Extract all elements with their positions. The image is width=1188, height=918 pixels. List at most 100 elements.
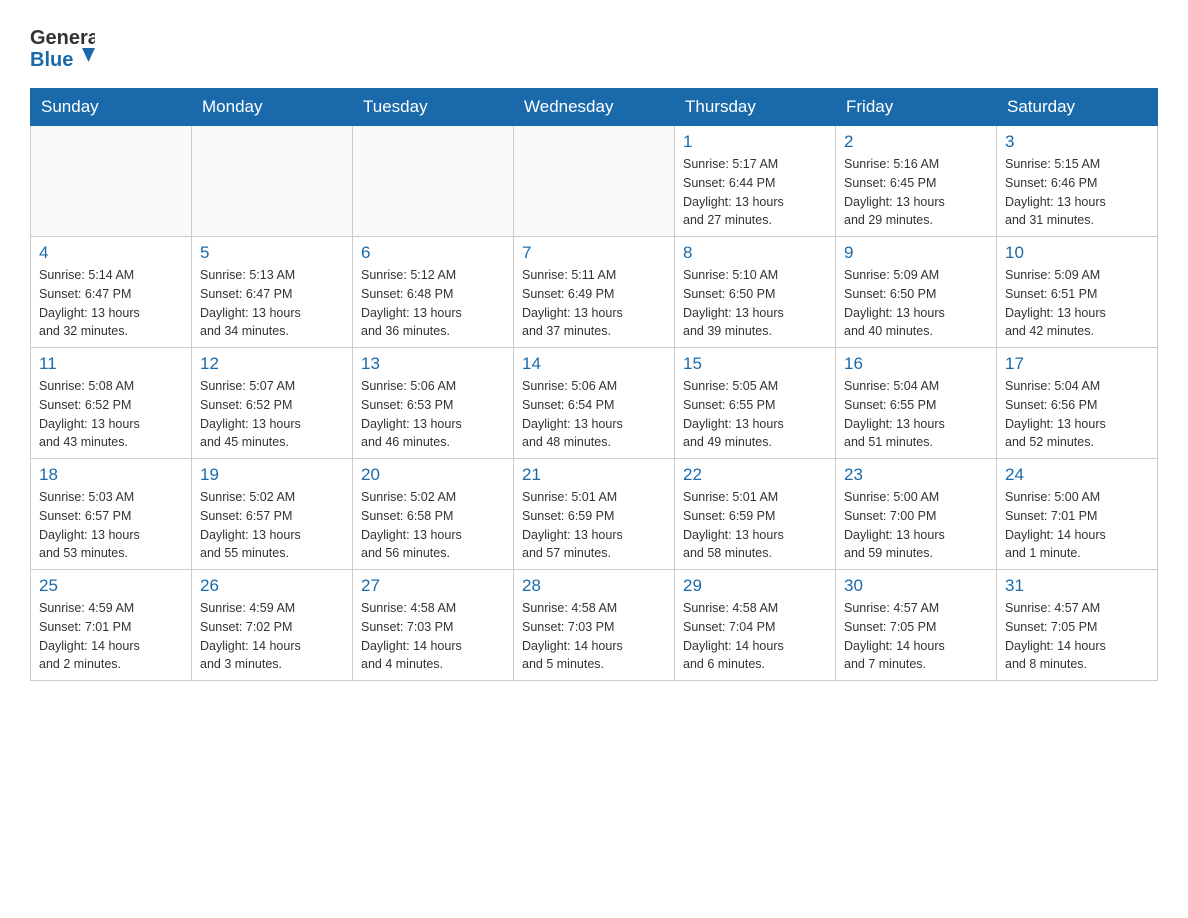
calendar-cell: 20 Sunrise: 5:02 AMSunset: 6:58 PMDayligh…: [353, 459, 514, 570]
day-info: Sunrise: 5:09 AMSunset: 6:51 PMDaylight:…: [1005, 266, 1149, 341]
day-number: 7: [522, 243, 666, 263]
calendar-cell: 4 Sunrise: 5:14 AMSunset: 6:47 PMDaylight…: [31, 237, 192, 348]
svg-text:General: General: [30, 27, 95, 49]
day-number: 10: [1005, 243, 1149, 263]
day-info: Sunrise: 5:05 AMSunset: 6:55 PMDaylight:…: [683, 377, 827, 452]
day-info: Sunrise: 5:15 AMSunset: 6:46 PMDaylight:…: [1005, 155, 1149, 230]
day-number: 5: [200, 243, 344, 263]
weekday-header-wednesday: Wednesday: [514, 89, 675, 126]
day-number: 21: [522, 465, 666, 485]
day-number: 24: [1005, 465, 1149, 485]
day-number: 20: [361, 465, 505, 485]
calendar-cell: 11 Sunrise: 5:08 AMSunset: 6:52 PMDayligh…: [31, 348, 192, 459]
day-info: Sunrise: 4:58 AMSunset: 7:04 PMDaylight:…: [683, 599, 827, 674]
calendar-cell: 13Sunrise: 5:06 AMSunset: 6:53 PMDayligh…: [353, 348, 514, 459]
day-info: Sunrise: 5:00 AMSunset: 7:01 PMDaylight:…: [1005, 488, 1149, 563]
weekday-header-saturday: Saturday: [997, 89, 1158, 126]
day-number: 12: [200, 354, 344, 374]
weekday-header-tuesday: Tuesday: [353, 89, 514, 126]
calendar-week-row: 18 Sunrise: 5:03 AMSunset: 6:57 PMDayligh…: [31, 459, 1158, 570]
day-number: 11: [39, 354, 183, 374]
day-info: Sunrise: 4:58 AMSunset: 7:03 PMDaylight:…: [522, 599, 666, 674]
calendar-cell: 22 Sunrise: 5:01 AMSunset: 6:59 PMDayligh…: [675, 459, 836, 570]
day-info: Sunrise: 5:01 AMSunset: 6:59 PMDaylight:…: [683, 488, 827, 563]
calendar-cell: 31 Sunrise: 4:57 AMSunset: 7:05 PMDayligh…: [997, 570, 1158, 681]
day-number: 16: [844, 354, 988, 374]
calendar-header-row: SundayMondayTuesdayWednesdayThursdayFrid…: [31, 89, 1158, 126]
day-number: 2: [844, 132, 988, 152]
calendar-cell: 12 Sunrise: 5:07 AMSunset: 6:52 PMDayligh…: [192, 348, 353, 459]
day-info: Sunrise: 5:04 AMSunset: 6:56 PMDaylight:…: [1005, 377, 1149, 452]
day-number: 27: [361, 576, 505, 596]
day-info: Sunrise: 5:02 AMSunset: 6:57 PMDaylight:…: [200, 488, 344, 563]
day-info: Sunrise: 4:59 AMSunset: 7:01 PMDaylight:…: [39, 599, 183, 674]
calendar-cell: [353, 126, 514, 237]
day-info: Sunrise: 5:07 AMSunset: 6:52 PMDaylight:…: [200, 377, 344, 452]
calendar-cell: 10 Sunrise: 5:09 AMSunset: 6:51 PMDayligh…: [997, 237, 1158, 348]
calendar-week-row: 25 Sunrise: 4:59 AMSunset: 7:01 PMDayligh…: [31, 570, 1158, 681]
day-number: 6: [361, 243, 505, 263]
calendar-cell: 5 Sunrise: 5:13 AMSunset: 6:47 PMDaylight…: [192, 237, 353, 348]
day-number: 9: [844, 243, 988, 263]
calendar-cell: 18 Sunrise: 5:03 AMSunset: 6:57 PMDayligh…: [31, 459, 192, 570]
logo-icon: General Blue: [30, 20, 95, 78]
day-info: Sunrise: 4:57 AMSunset: 7:05 PMDaylight:…: [1005, 599, 1149, 674]
day-info: Sunrise: 5:11 AMSunset: 6:49 PMDaylight:…: [522, 266, 666, 341]
calendar-cell: 15 Sunrise: 5:05 AMSunset: 6:55 PMDayligh…: [675, 348, 836, 459]
day-info: Sunrise: 4:59 AMSunset: 7:02 PMDaylight:…: [200, 599, 344, 674]
day-info: Sunrise: 5:13 AMSunset: 6:47 PMDaylight:…: [200, 266, 344, 341]
calendar-cell: 27Sunrise: 4:58 AMSunset: 7:03 PMDayligh…: [353, 570, 514, 681]
day-info: Sunrise: 5:04 AMSunset: 6:55 PMDaylight:…: [844, 377, 988, 452]
calendar-cell: 30 Sunrise: 4:57 AMSunset: 7:05 PMDayligh…: [836, 570, 997, 681]
day-number: 25: [39, 576, 183, 596]
day-number: 15: [683, 354, 827, 374]
calendar-cell: 29Sunrise: 4:58 AMSunset: 7:04 PMDayligh…: [675, 570, 836, 681]
calendar-week-row: 4 Sunrise: 5:14 AMSunset: 6:47 PMDaylight…: [31, 237, 1158, 348]
weekday-header-friday: Friday: [836, 89, 997, 126]
calendar-cell: 3 Sunrise: 5:15 AMSunset: 6:46 PMDaylight…: [997, 126, 1158, 237]
day-info: Sunrise: 5:17 AMSunset: 6:44 PMDaylight:…: [683, 155, 827, 230]
day-number: 18: [39, 465, 183, 485]
day-number: 8: [683, 243, 827, 263]
calendar-cell: [192, 126, 353, 237]
day-info: Sunrise: 5:01 AMSunset: 6:59 PMDaylight:…: [522, 488, 666, 563]
calendar-cell: 23 Sunrise: 5:00 AMSunset: 7:00 PMDayligh…: [836, 459, 997, 570]
day-number: 22: [683, 465, 827, 485]
calendar-table: SundayMondayTuesdayWednesdayThursdayFrid…: [30, 88, 1158, 681]
day-number: 4: [39, 243, 183, 263]
calendar-cell: 6 Sunrise: 5:12 AMSunset: 6:48 PMDaylight…: [353, 237, 514, 348]
day-info: Sunrise: 5:06 AMSunset: 6:54 PMDaylight:…: [522, 377, 666, 452]
svg-text:Blue: Blue: [30, 49, 73, 71]
day-info: Sunrise: 5:14 AMSunset: 6:47 PMDaylight:…: [39, 266, 183, 341]
day-number: 19: [200, 465, 344, 485]
logo: General Blue: [30, 20, 95, 78]
calendar-cell: 16 Sunrise: 5:04 AMSunset: 6:55 PMDayligh…: [836, 348, 997, 459]
day-number: 3: [1005, 132, 1149, 152]
calendar-cell: 2Sunrise: 5:16 AMSunset: 6:45 PMDaylight…: [836, 126, 997, 237]
day-info: Sunrise: 5:08 AMSunset: 6:52 PMDaylight:…: [39, 377, 183, 452]
day-number: 28: [522, 576, 666, 596]
calendar-week-row: 11 Sunrise: 5:08 AMSunset: 6:52 PMDayligh…: [31, 348, 1158, 459]
day-info: Sunrise: 4:57 AMSunset: 7:05 PMDaylight:…: [844, 599, 988, 674]
day-info: Sunrise: 5:02 AMSunset: 6:58 PMDaylight:…: [361, 488, 505, 563]
calendar-cell: 21 Sunrise: 5:01 AMSunset: 6:59 PMDayligh…: [514, 459, 675, 570]
day-number: 23: [844, 465, 988, 485]
day-number: 17: [1005, 354, 1149, 374]
day-info: Sunrise: 5:09 AMSunset: 6:50 PMDaylight:…: [844, 266, 988, 341]
calendar-cell: 9 Sunrise: 5:09 AMSunset: 6:50 PMDaylight…: [836, 237, 997, 348]
weekday-header-sunday: Sunday: [31, 89, 192, 126]
day-info: Sunrise: 5:03 AMSunset: 6:57 PMDaylight:…: [39, 488, 183, 563]
day-info: Sunrise: 5:06 AMSunset: 6:53 PMDaylight:…: [361, 377, 505, 452]
day-number: 14: [522, 354, 666, 374]
day-number: 30: [844, 576, 988, 596]
calendar-cell: 26Sunrise: 4:59 AMSunset: 7:02 PMDayligh…: [192, 570, 353, 681]
weekday-header-thursday: Thursday: [675, 89, 836, 126]
day-info: Sunrise: 5:12 AMSunset: 6:48 PMDaylight:…: [361, 266, 505, 341]
calendar-week-row: 1Sunrise: 5:17 AMSunset: 6:44 PMDaylight…: [31, 126, 1158, 237]
calendar-cell: 24 Sunrise: 5:00 AMSunset: 7:01 PMDayligh…: [997, 459, 1158, 570]
day-number: 31: [1005, 576, 1149, 596]
calendar-cell: [514, 126, 675, 237]
day-info: Sunrise: 5:00 AMSunset: 7:00 PMDaylight:…: [844, 488, 988, 563]
calendar-cell: 17 Sunrise: 5:04 AMSunset: 6:56 PMDayligh…: [997, 348, 1158, 459]
calendar-cell: 8Sunrise: 5:10 AMSunset: 6:50 PMDaylight…: [675, 237, 836, 348]
